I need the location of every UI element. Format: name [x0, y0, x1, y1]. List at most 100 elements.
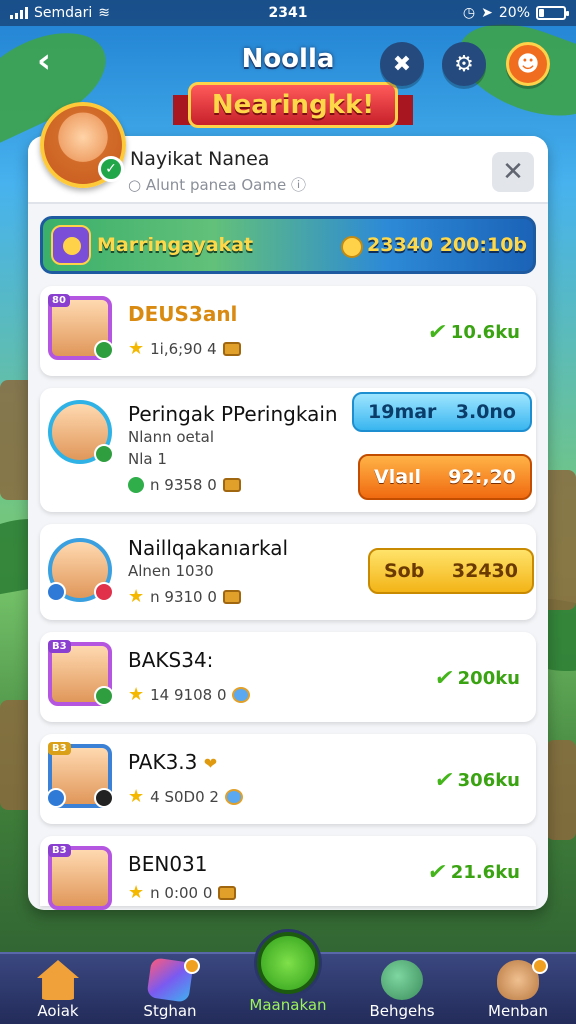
alarm-icon: ◷ [462, 5, 476, 21]
row-score-value: 306ku [457, 770, 520, 791]
row-meta: ★ n 9310 0 [128, 586, 241, 607]
gear-icon: ⚙ [454, 51, 474, 77]
row-score-value: 10.6ku [450, 322, 520, 343]
leaderboard-row[interactable]: B3 BAKS34: ★ 14 9108 0 ✔ 200ku [40, 632, 536, 722]
rank-tag: B3 [48, 844, 71, 857]
lion-face-icon [257, 932, 319, 994]
row-line3: Nla 1 [128, 450, 167, 468]
status-bar: Semdari ≋ 2341 ◷ ➤ 20% [0, 0, 576, 26]
star-icon: ★ [128, 684, 145, 705]
leaderboard-row[interactable]: B3 BEN031 ★ n 0:00 0 ✔ 21.6ku [40, 836, 536, 910]
nav-friends[interactable]: Behgehs [352, 960, 452, 1020]
badge-icon [94, 582, 114, 602]
leaderboard-row[interactable]: B3 PAK3.3 ❤ ★ 4 S0D0 2 ✔ 306ku [40, 734, 536, 824]
avatar: B3 [46, 742, 114, 808]
badge-icon [94, 686, 114, 706]
stone-pillar-decoration [546, 740, 576, 840]
player-name: Nayikat Nanea [130, 148, 270, 170]
row-meta-value: 1i,6;90 4 [150, 339, 217, 358]
friends-icon [381, 960, 423, 1000]
close-button[interactable]: ✕ [492, 152, 534, 192]
leaderboard-row[interactable]: 80 DEUS3anl ★ 1i,6;90 4 ✔ 10.6ku [40, 286, 536, 376]
row-meta-value: 14 9108 0 [150, 685, 227, 704]
profile-button[interactable]: ☻ [506, 42, 550, 86]
row-score: ✔ 200ku [432, 666, 520, 691]
check-icon: ✔ [426, 860, 450, 885]
claim-value: 92:,20 [448, 466, 516, 488]
coin-icon [341, 236, 363, 258]
row-meta-value: n 9310 0 [150, 587, 217, 606]
ribbon-text: Nearingkk! [211, 90, 375, 120]
row-score-value: 21.6ku [450, 862, 520, 883]
badge-icon [94, 788, 114, 808]
check-badge-icon: ✓ [98, 156, 124, 182]
check-icon: ✔ [432, 666, 456, 691]
coin-icon [128, 477, 144, 493]
rank-info-button[interactable]: 19mar 3.0no [352, 392, 532, 432]
row-meta: ★ 1i,6;90 4 [128, 338, 241, 359]
avatar: 80 [48, 294, 114, 360]
row-name: DEUS3anl [128, 302, 238, 326]
row-line2: Alnen 1030 [128, 562, 214, 580]
rank-tag: B3 [48, 742, 71, 755]
notification-badge [532, 958, 548, 974]
nav-center[interactable]: Maanakan [238, 932, 338, 1014]
tools-button[interactable]: ✖ [380, 42, 424, 86]
badge-icon [94, 444, 114, 464]
player-header: ✓ Nayikat Nanea ○ Alunt panea Oame ⓘ ✕ [28, 102, 548, 204]
star-icon: ★ [128, 338, 145, 359]
row-line2: Nlann oetal [128, 428, 215, 446]
chest-icon [222, 341, 241, 356]
leaderboard-row[interactable]: Naillqakanıarkal Alnen 1030 ★ n 9310 0 S… [40, 524, 536, 620]
row-meta: ★ n 0:00 0 [128, 882, 237, 903]
badge-icon [46, 582, 66, 602]
star-icon: ★ [128, 586, 145, 607]
nav-home[interactable]: Aoiak [8, 960, 108, 1020]
row-meta: ★ 14 9108 0 [128, 684, 251, 705]
check-icon: ✔ [432, 768, 456, 793]
row-score-value: 200ku [457, 668, 520, 689]
nav-profile[interactable]: Menban [468, 958, 568, 1020]
chest-icon [218, 885, 237, 900]
ranking-banner: Marringayakat 23340 200:10b [40, 216, 536, 274]
reward-button[interactable]: Sob 32430 [368, 548, 534, 594]
clock: 2341 [268, 5, 308, 21]
row-name: Naillqakanıarkal [128, 536, 289, 560]
star-icon: ★ [128, 882, 145, 903]
player-avatar[interactable]: ✓ [40, 102, 126, 188]
lion-face-icon: ☻ [516, 51, 540, 77]
emblem-icon [51, 225, 91, 265]
chest-icon [222, 478, 241, 492]
chest-icon [222, 589, 241, 604]
check-icon: ✔ [426, 320, 450, 345]
nav-label: Stghan [143, 1002, 197, 1020]
row-meta-value: n 0:00 0 [150, 883, 213, 902]
heart-icon: ❤ [203, 754, 218, 773]
reward-label: Sob [384, 560, 425, 582]
row-name: BAKS34: [128, 648, 214, 672]
title-ribbon: Nearingkk! [173, 82, 413, 128]
nav-label: Maanakan [249, 996, 327, 1014]
nav-label: Aoiak [37, 1002, 79, 1020]
close-icon: ✕ [502, 157, 524, 187]
settings-button[interactable]: ⚙ [442, 42, 486, 86]
wifi-icon: ≋ [98, 5, 110, 21]
gem-icon [232, 686, 251, 703]
nav-label: Menban [488, 1002, 548, 1020]
row-name: Peringak PPeringkain [128, 402, 338, 426]
leaderboard-row[interactable]: Peringak PPeringkain Nlann oetal Nla 1 n… [40, 388, 536, 512]
banner-title: Marringayakat [97, 234, 254, 256]
wrench-icon: ✖ [392, 51, 412, 77]
notification-badge [184, 958, 200, 974]
reward-value: 32430 [451, 560, 518, 582]
claim-button[interactable]: Vlaıl 92:,20 [358, 454, 532, 500]
row-name: PAK3.3 ❤ [128, 750, 218, 774]
star-icon: ★ [128, 786, 145, 807]
player-subtitle: ○ Alunt panea Oame ⓘ [128, 176, 306, 194]
banner-stats: 23340 200:10b [367, 234, 528, 256]
home-icon [37, 960, 79, 1000]
row-score: ✔ 21.6ku [426, 860, 520, 885]
rank-tag: B3 [48, 640, 71, 653]
row-meta-value: 4 S0D0 2 [150, 787, 219, 806]
nav-store[interactable]: Stghan [120, 957, 220, 1020]
